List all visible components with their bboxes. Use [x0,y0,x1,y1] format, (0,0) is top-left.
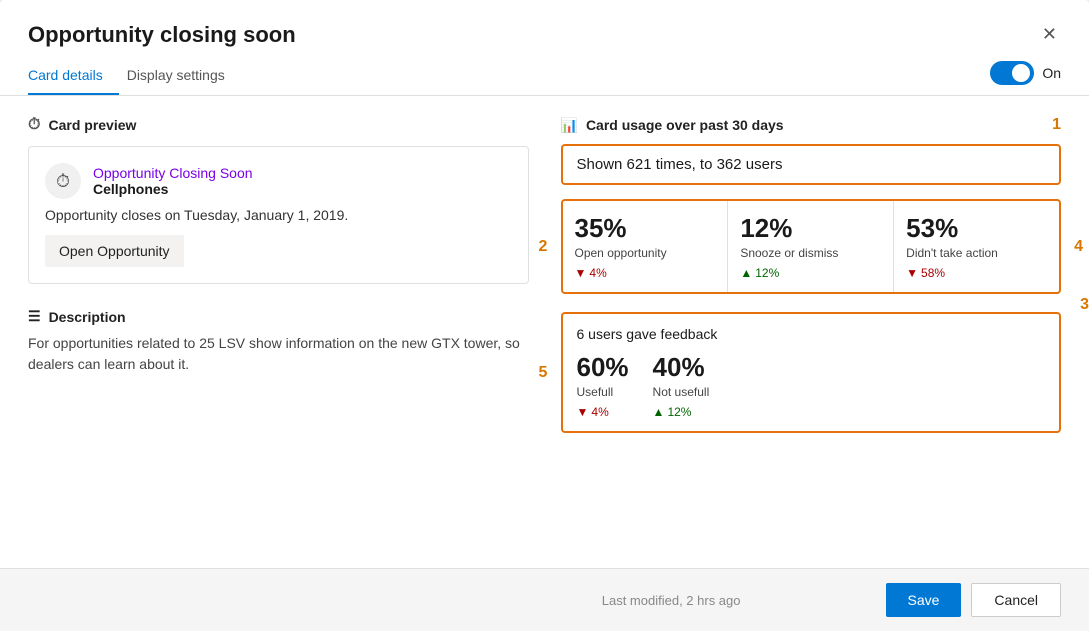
usage-num3: 3 [1080,296,1089,314]
tab-display-settings[interactable]: Display settings [127,57,241,95]
card-header: ⏱ Opportunity Closing Soon Cellphones [45,163,512,199]
feedback-wrapper: 5 6 users gave feedback 60% Usefull 4% 4… [561,312,1062,433]
usage-title: 📊 Card usage over past 30 days [561,117,784,134]
modal-title: Opportunity closing soon [28,22,296,48]
tab-card-details[interactable]: Card details [28,57,119,95]
feedback-notusefull: 40% Not usefull 12% [653,352,710,419]
feedback-usefull-pct: 60% [577,352,629,383]
stat-noaction-change: 58% [906,266,1047,280]
toggle-switch[interactable] [990,61,1034,85]
stats-row-wrapper: 2 35% Open opportunity 4% 12% Snooze or … [561,199,1062,294]
stat-open-pct: 35% [575,213,716,244]
feedback-notusefull-label: Not usefull [653,385,710,399]
card-icon: ⏱ [45,163,81,199]
feedback-usefull-label: Usefull [577,385,629,399]
modal-container: Opportunity closing soon ✕ Card details … [0,0,1089,631]
feedback-notusefull-pct: 40% [653,352,710,383]
footer-modified: Last modified, 2 hrs ago [457,593,886,608]
cancel-button[interactable]: Cancel [971,583,1061,617]
stat-noaction: 53% Didn't take action 58% [894,201,1059,292]
description-section: ☰ Description For opportunities related … [28,308,529,375]
modal-header: Opportunity closing soon ✕ [0,0,1089,49]
feedback-usefull-change: 4% [577,405,629,419]
description-icon: ☰ [28,308,41,325]
feedback-stats: 60% Usefull 4% 40% Not usefull 12% [577,352,1046,419]
open-opportunity-button[interactable]: Open Opportunity [45,235,184,267]
close-button[interactable]: ✕ [1038,20,1061,49]
stat-snooze-label: Snooze or dismiss [740,246,881,260]
stat-open-change: 4% [575,266,716,280]
description-title: ☰ Description [28,308,529,325]
toggle-label: On [1042,65,1061,81]
feedback-notusefull-change: 12% [653,405,710,419]
card-preview-box: ⏱ Opportunity Closing Soon Cellphones Op… [28,146,529,284]
right-panel: 📊 Card usage over past 30 days 1 Shown 6… [561,116,1062,548]
stats-row: 35% Open opportunity 4% 12% Snooze or di… [561,199,1062,294]
stat-snooze: 12% Snooze or dismiss 12% [728,201,894,292]
card-body-text: Opportunity closes on Tuesday, January 1… [45,207,512,223]
arrow-up-icon2 [653,405,665,419]
stat-open-label: Open opportunity [575,246,716,260]
card-name: Opportunity Closing Soon [93,165,253,181]
stat-open: 35% Open opportunity 4% [563,201,729,292]
modal-body: ⏱ Card preview ⏱ Opportunity Closing Soo… [0,96,1089,568]
arrow-up-icon [740,266,752,280]
shown-box: Shown 621 times, to 362 users [561,144,1062,185]
card-preview-title: ⏱ Card preview [28,116,529,134]
arrow-down-icon [575,266,587,280]
usage-num2: 2 [539,238,548,256]
save-button[interactable]: Save [886,583,962,617]
arrow-down-icon3 [577,405,589,419]
card-info: Opportunity Closing Soon Cellphones [93,165,253,197]
arrow-down-icon2 [906,266,918,280]
description-text: For opportunities related to 25 LSV show… [28,333,529,375]
stat-noaction-pct: 53% [906,213,1047,244]
stat-snooze-pct: 12% [740,213,881,244]
feedback-title: 6 users gave feedback [577,326,1046,342]
stat-snooze-change: 12% [740,266,881,280]
left-panel: ⏱ Card preview ⏱ Opportunity Closing Soo… [28,116,529,548]
toggle-area: On [990,61,1061,91]
card-subtitle: Cellphones [93,181,253,197]
usage-num1: 1 [1052,116,1061,134]
usage-num5: 5 [539,364,548,382]
tabs-bar: Card details Display settings On [0,57,1089,96]
feedback-box: 6 users gave feedback 60% Usefull 4% 40%… [561,312,1062,433]
stat-noaction-label: Didn't take action [906,246,1047,260]
modal-footer: Last modified, 2 hrs ago Save Cancel [0,568,1089,631]
tabs-left: Card details Display settings [28,57,249,95]
usage-header: 📊 Card usage over past 30 days 1 [561,116,1062,134]
footer-buttons: Save Cancel [886,583,1062,617]
feedback-usefull: 60% Usefull 4% [577,352,629,419]
usage-icon: 📊 [561,117,578,134]
usage-num4: 4 [1074,238,1083,256]
preview-icon: ⏱ [28,116,40,134]
